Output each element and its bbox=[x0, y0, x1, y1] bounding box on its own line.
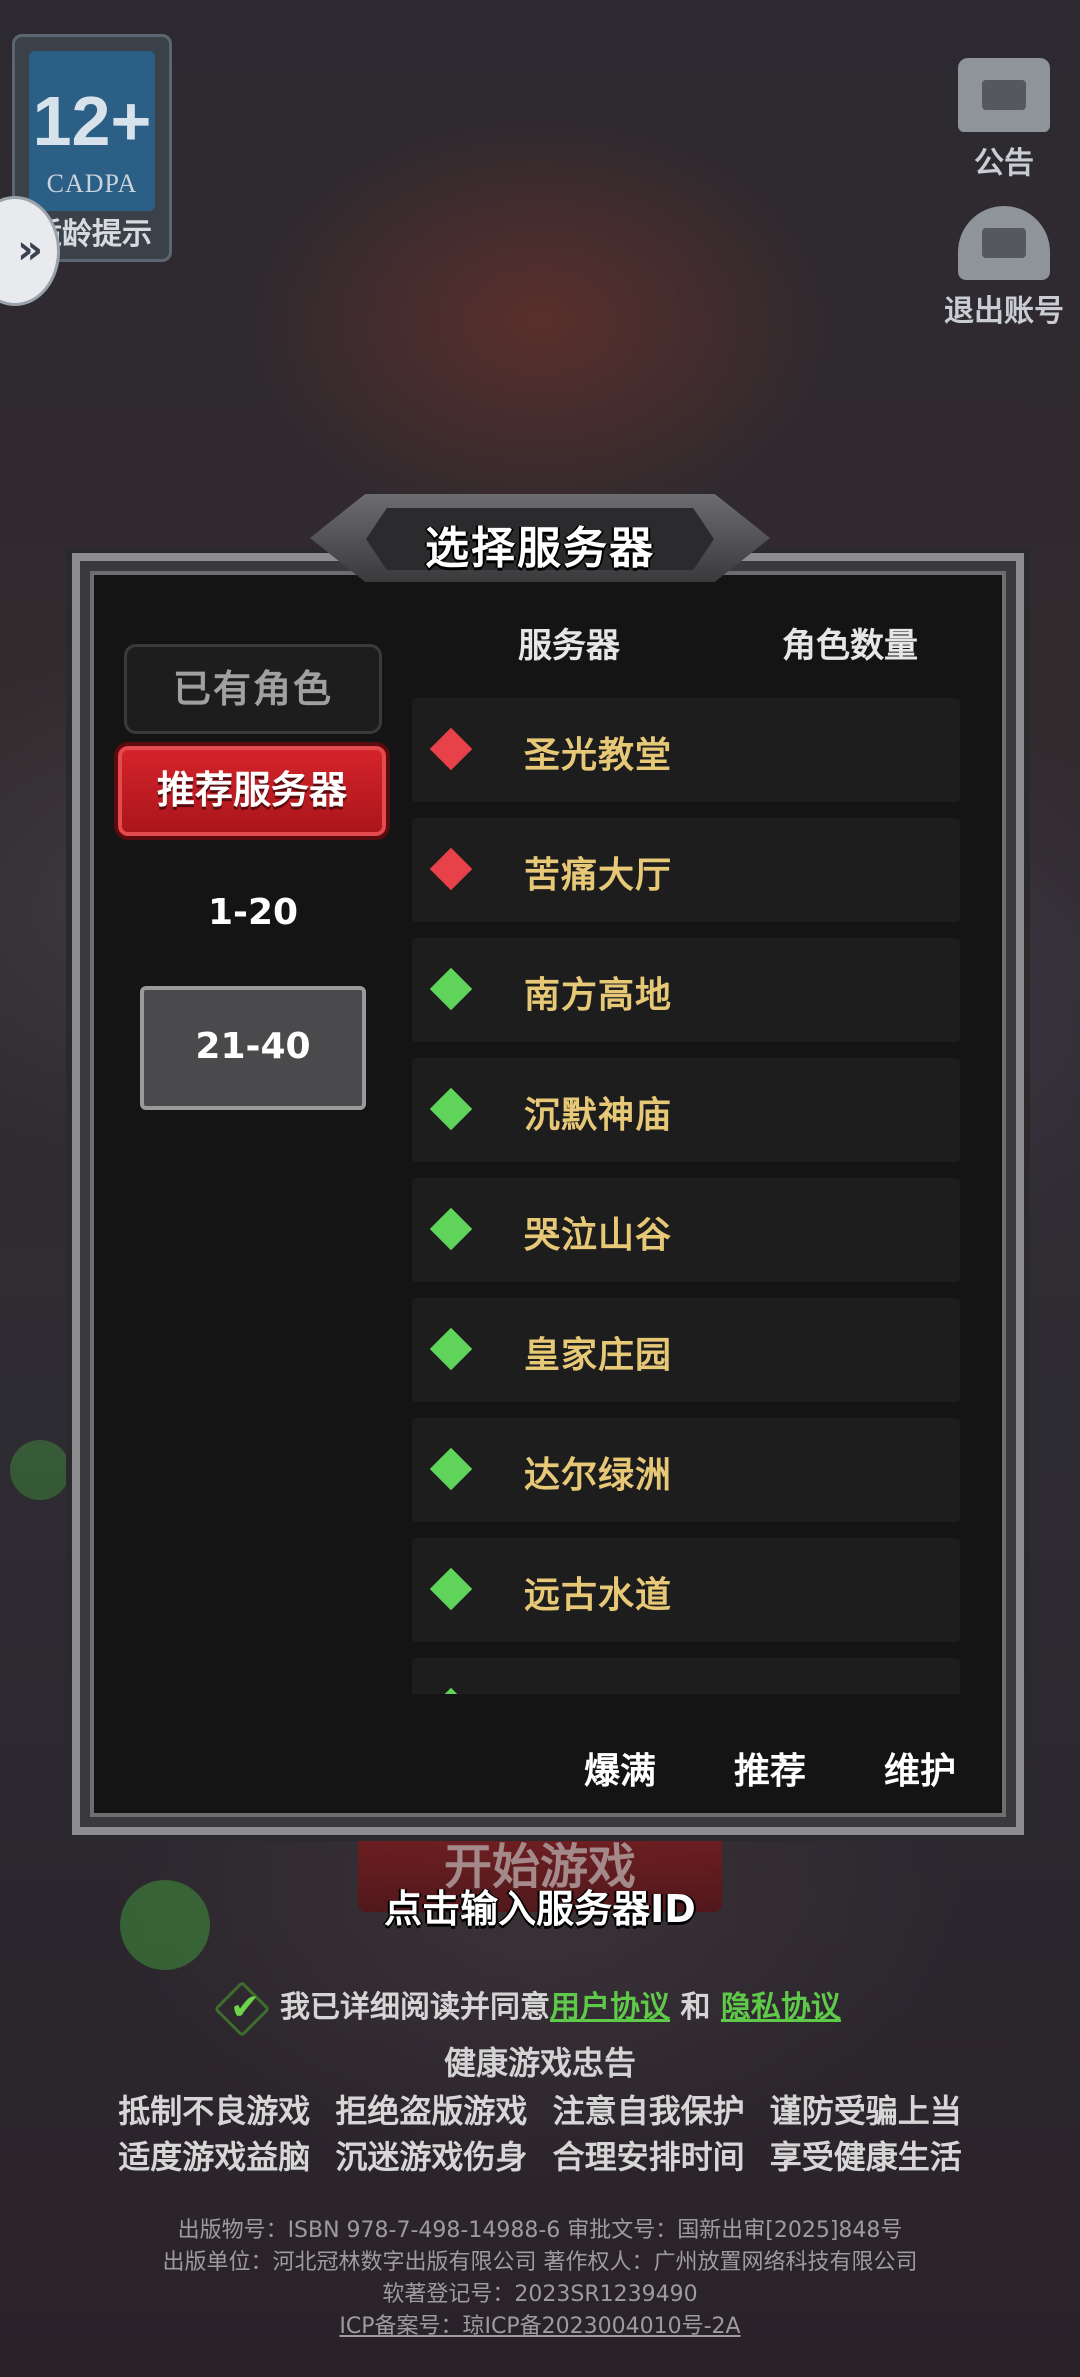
server-name: 南方高地 bbox=[524, 975, 673, 1016]
server-name: 哭泣山谷 bbox=[524, 1215, 673, 1256]
double-chevron-right-icon: » bbox=[17, 227, 43, 273]
status-green-icon bbox=[429, 1447, 473, 1491]
agreement-checkbox[interactable] bbox=[220, 1987, 266, 2031]
column-header-roles: 角色数量 bbox=[782, 626, 918, 666]
status-red-icon bbox=[429, 727, 473, 771]
dialog-title-plate: 选择服务器 bbox=[310, 472, 770, 604]
status-green-icon bbox=[429, 1567, 473, 1611]
age-rating-number: 12+ bbox=[32, 82, 152, 160]
legal-publication-number: 出版物号：ISBN 978-7-498-14988-6 审批文号：国新出审[20… bbox=[177, 2218, 903, 2243]
status-green-icon bbox=[429, 1687, 473, 1694]
server-name: 沉默神庙 bbox=[524, 1095, 673, 1136]
health-advice-line-2: 适度游戏益脑 沉迷游戏伤身 合理安排时间 享受健康生活 bbox=[118, 2138, 962, 2176]
legend-maintenance: 维护 bbox=[884, 1751, 957, 1792]
server-name: 远古水道 bbox=[524, 1575, 673, 1616]
age-rating-org: CADPA bbox=[46, 169, 138, 198]
input-server-id-link[interactable]: 点击输入服务器ID bbox=[0, 1878, 1080, 1933]
legal-publisher: 出版单位：河北冠林数字出版有限公司 著作权人：广州放置网络科技有限公司 bbox=[162, 2250, 918, 2275]
legend-recommended: 推荐 bbox=[734, 1751, 807, 1792]
server-row[interactable]: 远古水道 bbox=[412, 1538, 960, 1642]
legal-software-registration: 软著登记号：2023SR1239490 bbox=[382, 2282, 698, 2307]
status-green-icon bbox=[429, 1207, 473, 1251]
agreement-row: 我已详细阅读并同意用户协议 和 隐私协议 bbox=[220, 1982, 841, 2028]
announcement-icon bbox=[958, 58, 1050, 132]
server-row[interactable]: 皇家庄园 bbox=[412, 1298, 960, 1402]
logout-label: 退出账号 bbox=[944, 294, 1064, 329]
agreement-and: 和 bbox=[680, 1990, 711, 2025]
age-rating-panel: 12+ CADPA bbox=[29, 51, 155, 211]
server-row[interactable]: 达尔绿洲 bbox=[412, 1418, 960, 1522]
legend-full: 爆满 bbox=[584, 1751, 657, 1792]
server-name: 圣光教堂 bbox=[524, 735, 673, 776]
range-tab-1-20[interactable]: 1-20 bbox=[180, 892, 326, 933]
server-name: 达尔绿洲 bbox=[524, 1455, 673, 1496]
announcement-label: 公告 bbox=[974, 146, 1034, 181]
server-row[interactable]: 哭泣山谷 bbox=[412, 1178, 960, 1282]
legal-icp-link[interactable]: ICP备案号：琼ICP备2023004010号-2A bbox=[0, 2308, 1080, 2340]
server-row[interactable]: 南方高地 bbox=[412, 938, 960, 1042]
server-row[interactable]: 苦痛大厅 bbox=[412, 818, 960, 922]
bg-orb-left-2 bbox=[10, 1440, 70, 1500]
server-row-partial[interactable] bbox=[412, 1658, 960, 1694]
status-red-icon bbox=[429, 847, 473, 891]
dialog-title: 选择服务器 bbox=[425, 523, 655, 574]
server-name: 皇家庄园 bbox=[524, 1335, 673, 1376]
tab-owned-roles[interactable]: 已有角色 bbox=[124, 644, 382, 734]
status-green-icon bbox=[429, 967, 473, 1011]
tab-recommended-servers[interactable]: 推荐服务器 bbox=[114, 742, 390, 840]
health-advice-line-1: 抵制不良游戏 拒绝盗版游戏 注意自我保护 谨防受骗上当 bbox=[118, 2092, 962, 2130]
server-row[interactable]: 圣光教堂 bbox=[412, 698, 960, 802]
range-tab-21-40[interactable]: 21-40 bbox=[140, 986, 366, 1110]
announcement-button[interactable]: 公告 bbox=[944, 58, 1064, 182]
server-list[interactable]: 圣光教堂 苦痛大厅 南方高地 沉默神庙 哭泣山谷 皇家庄园 达尔绿洲 远古水道 bbox=[412, 690, 960, 1694]
status-green-icon bbox=[429, 1327, 473, 1371]
status-green-icon bbox=[429, 1087, 473, 1131]
health-advice-title: 健康游戏忠告 bbox=[443, 2044, 636, 2082]
column-header-server: 服务器 bbox=[518, 626, 620, 666]
user-agreement-link[interactable]: 用户协议 bbox=[550, 1990, 670, 2025]
server-name: 苦痛大厅 bbox=[524, 855, 673, 896]
agreement-prefix: 我已详细阅读并同意 bbox=[280, 1990, 550, 2025]
logout-icon bbox=[958, 206, 1050, 280]
server-row[interactable]: 沉默神庙 bbox=[412, 1058, 960, 1162]
privacy-agreement-link[interactable]: 隐私协议 bbox=[721, 1990, 841, 2025]
logout-button[interactable]: 退出账号 bbox=[944, 206, 1064, 330]
